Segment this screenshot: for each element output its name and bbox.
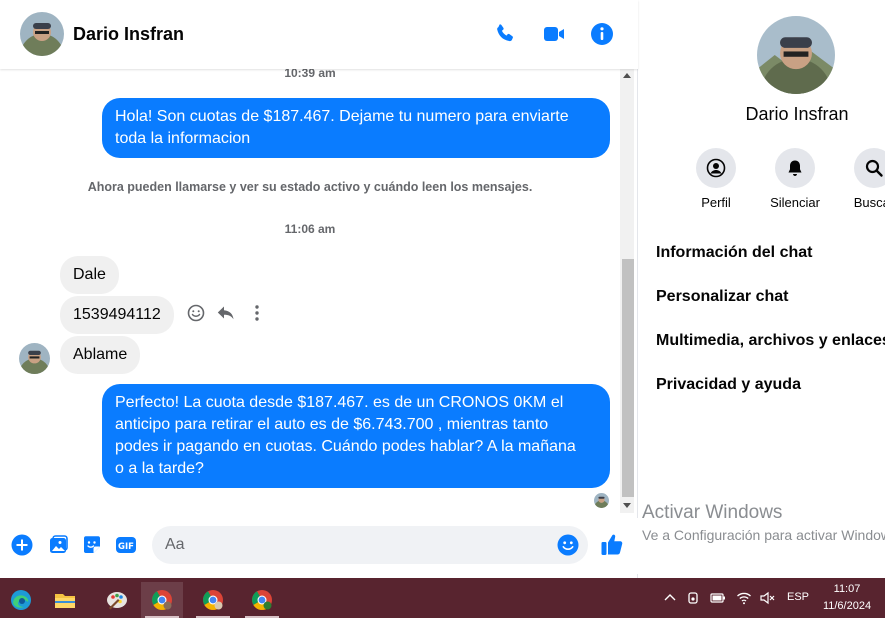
paint-app-icon[interactable] (96, 582, 138, 618)
contact-avatar[interactable] (20, 12, 64, 56)
menu-chat-info[interactable]: Información del chat (656, 244, 812, 262)
message-outgoing[interactable]: Perfecto! La cuota desde $187.467. es de… (102, 384, 610, 488)
composer: GIF (0, 518, 638, 574)
menu-privacy-help[interactable]: Privacidad y ayuda (656, 376, 801, 394)
message-text: Perfecto! La cuota desde $187.467. es de… (115, 394, 564, 411)
chat-pane: Dario Insfran 10:39 am Hola! Son cuotas … (0, 0, 638, 578)
chevron-up-icon[interactable] (662, 590, 680, 606)
scroll-thumb[interactable] (622, 259, 634, 497)
taskbar: ESP 11:07 11/6/2024 (0, 578, 885, 618)
react-icon[interactable] (186, 303, 206, 323)
emoji-icon[interactable] (557, 534, 579, 556)
message-text: o a la tarde? (115, 460, 204, 477)
chrome-window-1-icon[interactable] (141, 582, 183, 618)
edge-icon[interactable] (0, 582, 42, 618)
clock-date: 11/6/2024 (822, 600, 872, 612)
svg-text:GIF: GIF (118, 542, 134, 552)
wifi-icon[interactable] (736, 590, 754, 606)
activation-watermark-subtitle: Ve a Configuración para activar Windows. (642, 527, 885, 543)
message-text: toda la informacion (115, 130, 251, 147)
profile-icon (696, 148, 736, 188)
battery-icon[interactable] (710, 590, 728, 606)
meet-now-icon[interactable] (686, 590, 704, 606)
input-language[interactable]: ESP (787, 591, 809, 603)
file-explorer-icon[interactable] (44, 582, 86, 618)
menu-customize-chat[interactable]: Personalizar chat (656, 288, 789, 306)
chrome-window-2-icon[interactable] (192, 582, 234, 618)
message-incoming[interactable]: Ablame (60, 336, 141, 374)
search-icon (854, 148, 885, 188)
contact-avatar-small[interactable] (19, 343, 50, 374)
timestamp: 10:39 am (284, 69, 336, 80)
message-incoming[interactable]: 1539494112 (60, 296, 174, 334)
message-incoming[interactable]: Dale (60, 256, 119, 294)
thumbs-up-icon[interactable] (600, 532, 625, 557)
video-call-icon[interactable] (542, 22, 566, 46)
mute-label: Silenciar (770, 195, 820, 210)
system-clock[interactable]: 11:07 11/6/2024 (818, 581, 876, 615)
profile-label: Perfil (701, 195, 731, 210)
message-text: podes ir pagando en cuotas. Cuándo podes… (115, 438, 576, 455)
message-outgoing[interactable]: Hola! Son cuotas de $187.467. Dejame tu … (102, 98, 610, 158)
seen-receipt-avatar (594, 493, 609, 508)
reply-icon[interactable] (216, 303, 236, 323)
system-notice: Ahora pueden llamarse y ver su estado ac… (87, 180, 533, 194)
contact-profile-photo[interactable] (757, 16, 835, 94)
chat-header: Dario Insfran (0, 0, 638, 69)
chat-info-panel: Dario Insfran Perfil Silenciar Buscar In… (638, 0, 885, 578)
volume-muted-icon[interactable] (759, 590, 777, 606)
search-label: Buscar (853, 195, 885, 210)
bell-icon (775, 148, 815, 188)
sticker-icon[interactable] (81, 534, 103, 556)
photo-icon[interactable] (47, 534, 69, 556)
more-options-icon[interactable] (247, 303, 267, 323)
activation-watermark-title: Activar Windows (642, 502, 783, 523)
message-list: 10:39 am Hola! Son cuotas de $187.467. D… (0, 69, 620, 513)
scroll-down-arrow-icon[interactable] (623, 503, 631, 508)
menu-media-files-links[interactable]: Multimedia, archivos y enlaces (656, 332, 885, 350)
chrome-window-3-icon[interactable] (241, 582, 283, 618)
phone-call-icon[interactable] (493, 22, 517, 46)
message-text: Hola! Son cuotas de $187.467. Dejame tu … (115, 108, 569, 125)
clock-time: 11:07 (833, 583, 861, 595)
search-button[interactable]: Buscar (834, 148, 885, 210)
screen: Dario Insfran 10:39 am Hola! Son cuotas … (0, 0, 885, 618)
gif-icon[interactable]: GIF (115, 534, 137, 556)
mute-button[interactable]: Silenciar (755, 148, 835, 210)
plus-icon[interactable] (11, 534, 33, 556)
contact-name[interactable]: Dario Insfran (73, 24, 184, 45)
message-text: anticipo para retirar el auto es de $6.7… (115, 416, 549, 433)
message-scrollbar[interactable] (620, 69, 634, 513)
scroll-up-arrow-icon[interactable] (623, 73, 631, 78)
message-input[interactable] (152, 526, 588, 564)
info-icon[interactable] (590, 22, 614, 46)
timestamp: 11:06 am (284, 222, 336, 236)
profile-name: Dario Insfran (745, 104, 849, 124)
profile-button[interactable]: Perfil (676, 148, 756, 210)
